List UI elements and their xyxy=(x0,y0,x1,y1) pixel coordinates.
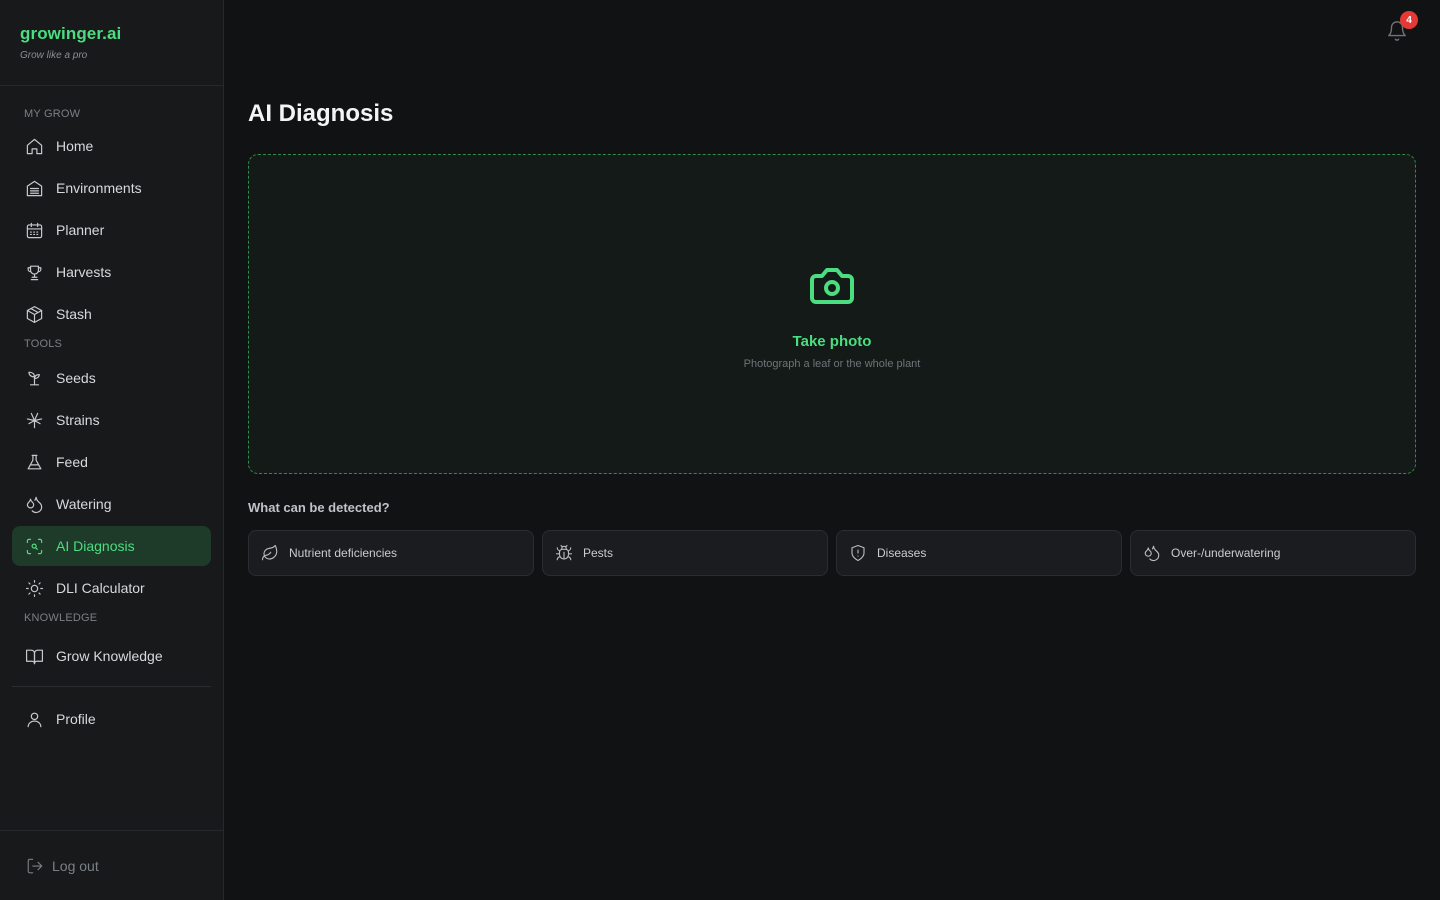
detect-section-title: What can be detected? xyxy=(248,500,390,515)
sidebar-item-label: Profile xyxy=(56,711,96,727)
brand-name[interactable]: growinger.ai xyxy=(20,24,203,44)
droplets-icon xyxy=(1144,545,1160,562)
page-title: AI Diagnosis xyxy=(248,100,394,127)
home-icon xyxy=(24,136,44,156)
sidebar-nav: MY GROW Home Environments Planner Harves… xyxy=(0,108,223,739)
shield-alert-icon xyxy=(851,544,865,562)
sidebar-item-profile[interactable]: Profile xyxy=(12,699,211,739)
sidebar-item-dli-calculator[interactable]: DLI Calculator xyxy=(12,568,211,608)
sidebar-item-grow-knowledge[interactable]: Grow Knowledge xyxy=(12,636,211,676)
flask-icon xyxy=(24,452,44,472)
sidebar-divider xyxy=(12,686,211,687)
sidebar-item-label: Home xyxy=(56,138,94,154)
trophy-icon xyxy=(24,262,44,282)
sidebar-item-strains[interactable]: Strains xyxy=(12,400,211,440)
sprout-icon xyxy=(24,368,44,388)
sidebar-item-seeds[interactable]: Seeds xyxy=(12,358,211,398)
take-photo-subtitle: Photograph a leaf or the whole plant xyxy=(743,358,921,370)
camera-icon xyxy=(808,262,856,315)
detect-cards: Nutrient deficiencies Pests Diseases Ove… xyxy=(248,530,1416,576)
detect-card-pests: Pests xyxy=(542,530,828,576)
scan-icon xyxy=(24,536,44,556)
sidebar-item-environments[interactable]: Environments xyxy=(12,168,211,208)
calendar-icon xyxy=(24,220,44,240)
sidebar-item-planner[interactable]: Planner xyxy=(12,210,211,250)
detect-card-watering: Over-/underwatering xyxy=(1130,530,1416,576)
detect-card-label: Nutrient deficiencies xyxy=(289,546,398,560)
sun-icon xyxy=(24,578,44,598)
notification-badge: 4 xyxy=(1400,11,1418,29)
take-photo-title: Take photo xyxy=(792,333,872,350)
logout-icon xyxy=(27,858,43,873)
sidebar-item-label: Strains xyxy=(56,412,100,428)
section-label-my-grow: MY GROW xyxy=(24,108,81,120)
bug-icon xyxy=(555,544,573,561)
detect-card-label: Over-/underwatering xyxy=(1171,546,1281,560)
droplets-icon xyxy=(24,494,44,514)
sidebar-item-label: Stash xyxy=(56,306,92,322)
sidebar-item-label: Environments xyxy=(56,180,142,196)
logout-label: Log out xyxy=(52,857,99,874)
detect-card-label: Diseases xyxy=(877,546,927,560)
logout-button[interactable]: Log out xyxy=(0,830,224,900)
sidebar-item-feed[interactable]: Feed xyxy=(12,442,211,482)
sidebar-item-label: AI Diagnosis xyxy=(56,538,135,554)
sidebar-item-label: DLI Calculator xyxy=(56,580,145,596)
sidebar-item-label: Planner xyxy=(56,222,105,238)
leaf-icon xyxy=(24,410,44,430)
detect-card-diseases: Diseases xyxy=(836,530,1122,576)
sidebar-item-label: Grow Knowledge xyxy=(56,648,163,664)
box-icon xyxy=(24,304,44,324)
sidebar-item-harvests[interactable]: Harvests xyxy=(12,252,211,292)
sidebar-item-stash[interactable]: Stash xyxy=(12,294,211,334)
user-icon xyxy=(24,709,44,729)
section-label-tools: TOOLS xyxy=(24,338,63,350)
environments-icon xyxy=(24,178,44,198)
book-icon xyxy=(24,646,44,666)
detect-card-nutrient: Nutrient deficiencies xyxy=(248,530,534,576)
take-photo-dropzone[interactable]: Take photo Photograph a leaf or the whol… xyxy=(248,154,1416,474)
brand-tagline: Grow like a pro xyxy=(20,50,88,61)
sidebar-item-label: Watering xyxy=(56,496,112,512)
sidebar-item-home[interactable]: Home xyxy=(12,126,211,166)
sidebar-item-label: Harvests xyxy=(56,264,112,280)
sidebar-item-label: Seeds xyxy=(56,370,96,386)
section-label-knowledge: KNOWLEDGE xyxy=(24,612,98,624)
sidebar: growinger.ai Grow like a pro MY GROW Hom… xyxy=(0,0,224,900)
sidebar-item-ai-diagnosis[interactable]: AI Diagnosis xyxy=(12,526,211,566)
sidebar-item-watering[interactable]: Watering xyxy=(12,484,211,524)
detect-card-label: Pests xyxy=(583,546,614,560)
brand: growinger.ai Grow like a pro xyxy=(0,0,223,86)
sidebar-item-label: Feed xyxy=(56,454,88,470)
leaf-icon xyxy=(261,544,278,561)
